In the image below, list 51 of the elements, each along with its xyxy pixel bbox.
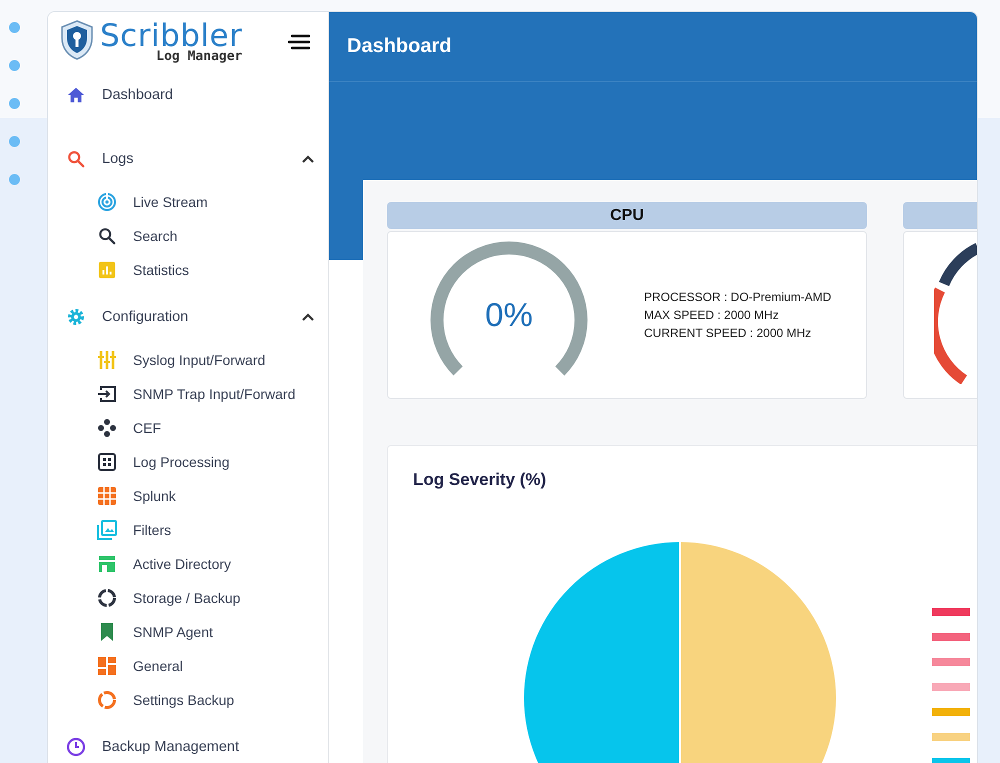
search-icon	[66, 149, 86, 169]
shield-icon	[60, 20, 94, 60]
dot-icon	[9, 22, 20, 33]
dot-icon	[9, 98, 20, 109]
gear-icon	[66, 307, 86, 327]
nav-subitem[interactable]: Search	[48, 219, 328, 253]
page-title: Dashboard	[347, 35, 452, 58]
dot-icon	[9, 174, 20, 185]
nav-item[interactable]: Backup Management	[48, 727, 328, 763]
card-title: Log Severity (%)	[412, 469, 548, 490]
card-header: CPU	[387, 202, 867, 229]
nav-subitem[interactable]: General	[48, 649, 328, 683]
sliders-icon	[97, 350, 117, 370]
dot-icon	[9, 136, 20, 147]
nav-subitem[interactable]: Statistics	[48, 253, 328, 287]
clock-icon	[66, 737, 86, 757]
nav-subitem[interactable]: Storage / Backup	[48, 581, 328, 615]
nav-subitem[interactable]: CEF	[48, 411, 328, 445]
nav-subitem[interactable]: SNMP Trap Input/Forward	[48, 377, 328, 411]
nav-subitem[interactable]: Settings Backup	[48, 683, 328, 717]
chip-icon	[97, 452, 117, 472]
ring-icon	[97, 690, 117, 710]
dot-icon	[9, 60, 20, 71]
ring-icon	[97, 588, 117, 608]
nav-subitem[interactable]: Log Processing	[48, 445, 328, 479]
spec-text: PROCESSOR : DO-Premium-AMD	[644, 290, 832, 304]
grid-icon	[97, 486, 117, 506]
nav-subitem[interactable]: Filters	[48, 513, 328, 547]
search-icon	[97, 226, 117, 246]
radar-icon	[97, 192, 117, 212]
nav-subitem[interactable]: Syslog Input/Forward	[48, 343, 328, 377]
image-stack-icon	[97, 520, 117, 540]
bar-chart-icon	[97, 260, 117, 280]
store-icon	[97, 554, 117, 574]
logo-title: Scribbler	[100, 20, 242, 52]
nav-item[interactable]: Configuration	[48, 297, 328, 337]
dots-cluster-icon	[97, 418, 117, 438]
nav-item[interactable]: Dashboard	[48, 75, 328, 115]
nav-subitem[interactable]: Live Stream	[48, 185, 328, 219]
spec-text: MAX SPEED : 2000 MHz	[644, 308, 780, 322]
gauge-reading: 0%	[484, 296, 534, 334]
dashboard-icon	[97, 656, 117, 676]
home-icon	[66, 85, 86, 105]
menu-icon[interactable]	[288, 34, 310, 50]
spec-text: CURRENT SPEED : 2000 MHz	[644, 326, 812, 340]
nav-subitem[interactable]: Splunk	[48, 479, 328, 513]
logo-subtitle: Log Manager	[156, 50, 242, 63]
nav-item[interactable]: Logs	[48, 139, 328, 179]
nav-subitem[interactable]: SNMP Agent	[48, 615, 328, 649]
input-icon	[97, 384, 117, 404]
nav-subitem[interactable]: Active Directory	[48, 547, 328, 581]
